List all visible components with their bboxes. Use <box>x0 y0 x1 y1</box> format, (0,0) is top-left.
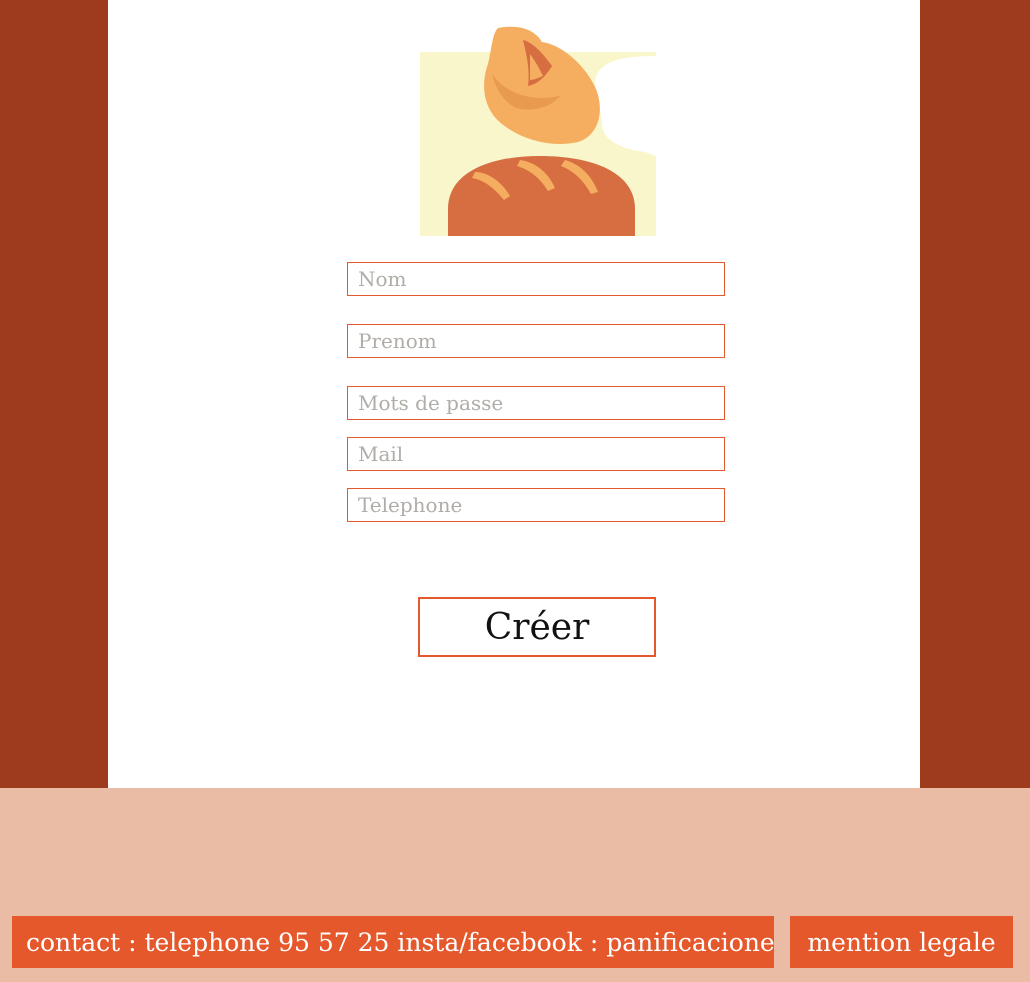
right-side-panel <box>920 0 1030 788</box>
password-field[interactable] <box>347 386 725 420</box>
nom-field[interactable] <box>347 262 725 296</box>
create-button[interactable]: Créer <box>418 597 656 657</box>
mail-field[interactable] <box>347 437 725 471</box>
left-side-panel <box>0 0 108 788</box>
hand-with-bread-icon <box>420 26 656 236</box>
contact-info: contact : telephone 95 57 25 insta/faceb… <box>12 916 774 968</box>
telephone-field[interactable] <box>347 488 725 522</box>
legal-mention-button[interactable]: mention legale <box>790 916 1013 968</box>
prenom-field[interactable] <box>347 324 725 358</box>
